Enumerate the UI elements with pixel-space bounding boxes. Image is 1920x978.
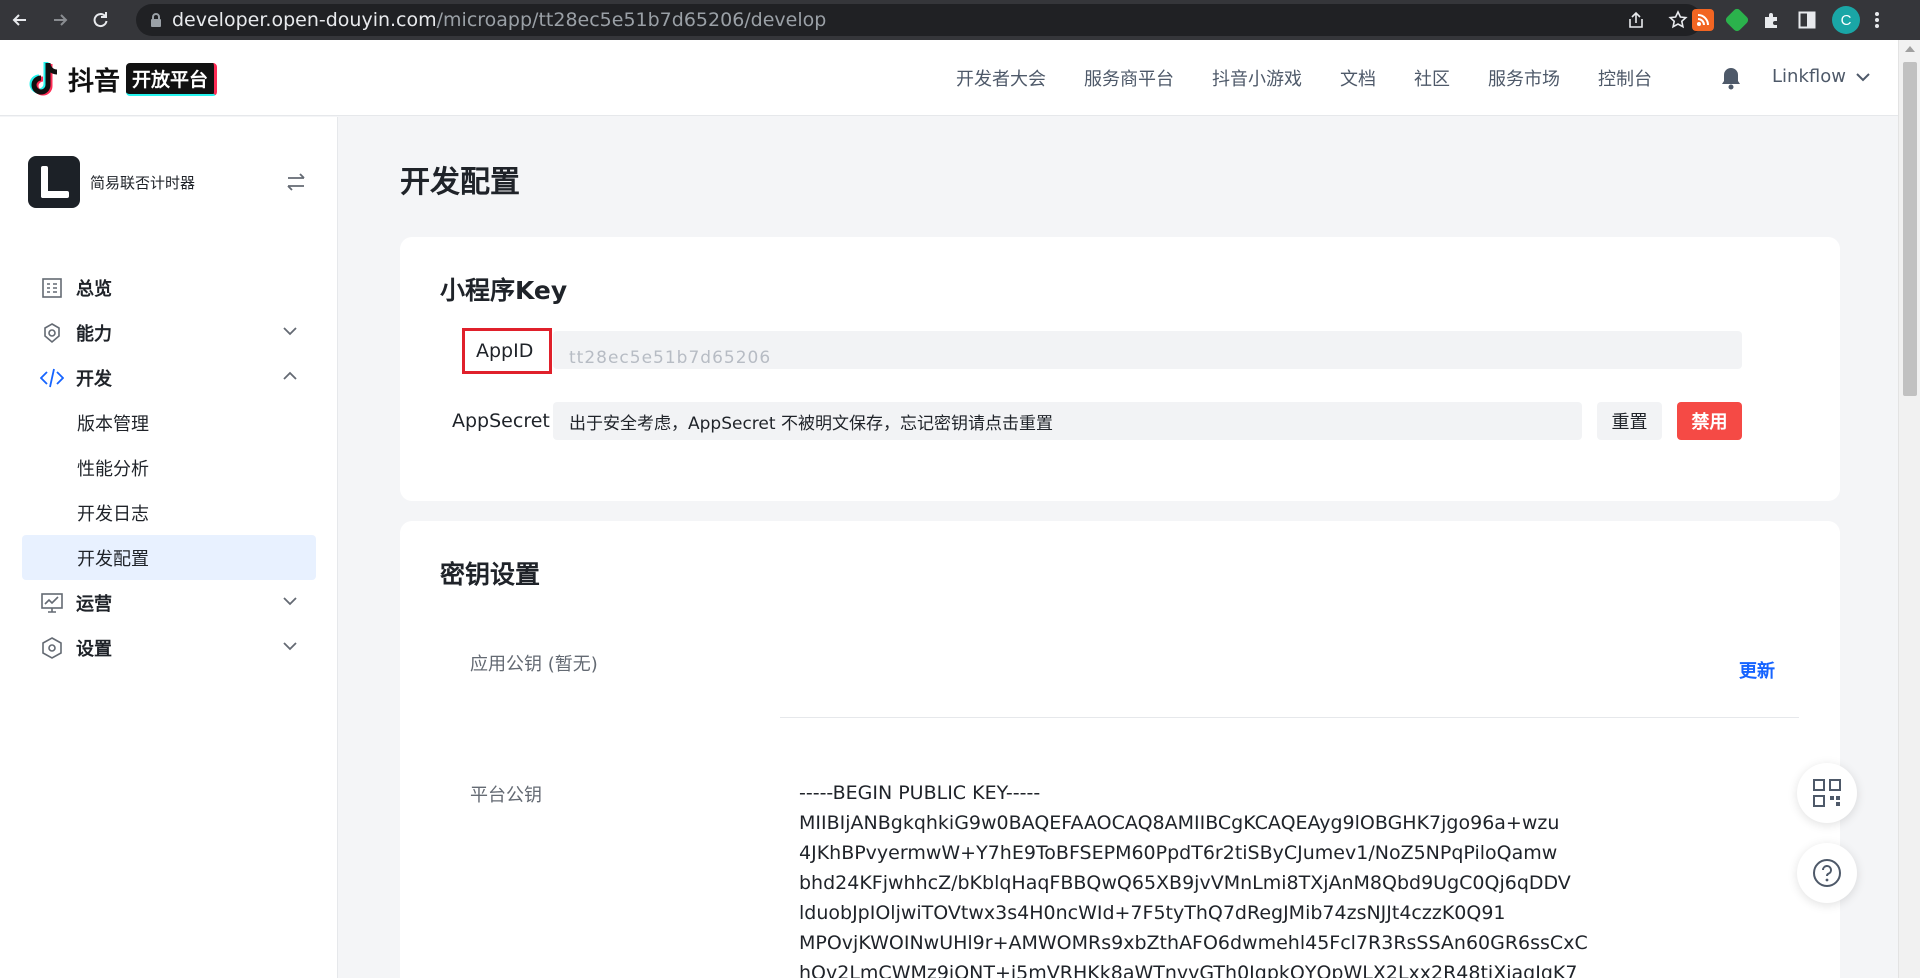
rss-extension-icon[interactable] xyxy=(1692,9,1714,31)
feedly-extension-icon[interactable] xyxy=(1724,7,1750,33)
app-key-card: 小程序Key xyxy=(400,237,1840,501)
sidebar-subitem-performance-analysis[interactable]: 性能分析 xyxy=(22,445,316,490)
address-bar[interactable]: developer.open-douyin.com/microapp/tt28e… xyxy=(136,4,1702,36)
sidebar-item-label: 运营 xyxy=(76,593,112,615)
platform-public-key-text: -----BEGIN PUBLIC KEY----- MIIBIjANBgkqh… xyxy=(799,782,1588,978)
appsecret-label: AppSecret xyxy=(452,410,550,432)
operations-icon xyxy=(40,591,64,615)
page-title: 开发配置 xyxy=(400,165,520,200)
brand-text: 抖音 xyxy=(68,66,121,97)
appsecret-field[interactable]: 出于安全考虑，AppSecret 不被明文保存，忘记密钥请点击重置 xyxy=(553,402,1582,440)
sidebar-item-develop[interactable]: 开发 xyxy=(22,355,316,400)
overview-icon xyxy=(40,276,64,300)
nav-community[interactable]: 社区 xyxy=(1414,65,1450,91)
nav-service-market[interactable]: 服务市场 xyxy=(1488,65,1560,91)
brand-tag: 开放平台 xyxy=(126,62,218,96)
capability-icon xyxy=(40,321,64,345)
help-icon xyxy=(1813,859,1841,887)
nav-developer-conference[interactable]: 开发者大会 xyxy=(956,65,1046,91)
sidebar-subitem-version-management[interactable]: 版本管理 xyxy=(22,400,316,445)
site-header: 抖音 开放平台 开发者大会 服务商平台 抖音小游戏 文档 社区 服务市场 控制台… xyxy=(0,40,1898,116)
scrollbar-thumb[interactable] xyxy=(1903,62,1917,396)
disable-secret-button[interactable]: 禁用 xyxy=(1677,402,1742,440)
divider xyxy=(780,717,1799,718)
chevron-down-icon xyxy=(283,597,297,606)
help-button[interactable] xyxy=(1797,843,1857,903)
qr-code-button[interactable] xyxy=(1797,763,1857,823)
browser-menu-icon[interactable] xyxy=(1874,9,1880,31)
profile-avatar[interactable]: C xyxy=(1832,6,1860,34)
app-name: 简易联否计时器 xyxy=(90,173,196,192)
sidebar-item-label: 能力 xyxy=(76,323,112,345)
sidebar-item-overview[interactable]: 总览 xyxy=(22,265,316,310)
sidebar-item-label: 开发 xyxy=(76,368,112,390)
qr-code-icon xyxy=(1813,779,1841,807)
sidebar-subitem-dev-config[interactable]: 开发配置 xyxy=(22,535,316,580)
appid-value: tt28ec5e51b7d65206 xyxy=(569,348,772,368)
extensions-puzzle-icon[interactable] xyxy=(1760,9,1782,31)
appid-highlight-box xyxy=(462,328,552,374)
nav-douyin-mini-games[interactable]: 抖音小游戏 xyxy=(1212,65,1302,91)
appid-field[interactable]: tt28ec5e51b7d65206 xyxy=(553,331,1742,369)
reset-secret-button[interactable]: 重置 xyxy=(1597,402,1662,440)
chevron-down-icon xyxy=(283,327,297,336)
chevron-down-icon xyxy=(283,642,297,651)
app-logo xyxy=(28,156,80,208)
back-icon[interactable] xyxy=(0,0,40,40)
forward-icon[interactable] xyxy=(40,0,80,40)
switch-app-icon[interactable] xyxy=(284,170,308,194)
sidebar-menu: 总览 能力 开发 版本管理 性能分析 开发日志 开发配置 运营 设置 xyxy=(22,265,316,670)
user-name: Linkflow xyxy=(1772,66,1846,87)
sidebar-subitem-dev-logs[interactable]: 开发日志 xyxy=(22,490,316,535)
page-scrollbar[interactable] xyxy=(1898,40,1920,978)
bookmark-star-icon[interactable] xyxy=(1668,10,1688,30)
sidebar-item-settings[interactable]: 设置 xyxy=(22,625,316,670)
nav-console[interactable]: 控制台 xyxy=(1598,65,1652,91)
sidebar-item-label: 总览 xyxy=(76,278,112,300)
reload-icon[interactable] xyxy=(80,0,120,40)
nav-docs[interactable]: 文档 xyxy=(1340,65,1376,91)
share-icon[interactable] xyxy=(1626,10,1646,30)
platform-public-key-label: 平台公钥 xyxy=(470,785,542,806)
card-title: 密钥设置 xyxy=(440,560,541,589)
code-icon xyxy=(40,366,64,390)
sidebar: 简易联否计时器 总览 能力 开发 版本管理 性能分析 开发日志 开发配置 运营 … xyxy=(0,117,338,978)
douyin-logo-icon xyxy=(29,62,58,96)
chevron-down-icon xyxy=(1856,72,1870,81)
sidebar-item-operations[interactable]: 运营 xyxy=(22,580,316,625)
douyin-open-platform-logo[interactable]: 抖音 开放平台 xyxy=(28,60,218,98)
side-panel-icon[interactable] xyxy=(1796,9,1818,31)
update-public-key-link[interactable]: 更新 xyxy=(1739,657,1775,683)
chevron-up-icon xyxy=(283,371,297,380)
top-navigation: 开发者大会 服务商平台 抖音小游戏 文档 社区 服务市场 控制台 xyxy=(956,40,1652,116)
sidebar-item-label: 设置 xyxy=(76,638,112,660)
user-menu[interactable]: Linkflow xyxy=(1772,66,1870,87)
url-text: developer.open-douyin.com/microapp/tt28e… xyxy=(172,9,827,31)
nav-service-provider-platform[interactable]: 服务商平台 xyxy=(1084,65,1174,91)
card-title: 小程序Key xyxy=(440,276,568,305)
sidebar-item-capability[interactable]: 能力 xyxy=(22,310,316,355)
settings-icon xyxy=(40,636,64,660)
lock-icon xyxy=(151,12,161,27)
app-public-key-label: 应用公钥 (暂无) xyxy=(470,654,598,675)
scroll-up-arrow-icon[interactable] xyxy=(1905,46,1915,52)
app-switcher: 简易联否计时器 xyxy=(28,155,308,209)
notification-bell-icon[interactable] xyxy=(1720,66,1742,94)
